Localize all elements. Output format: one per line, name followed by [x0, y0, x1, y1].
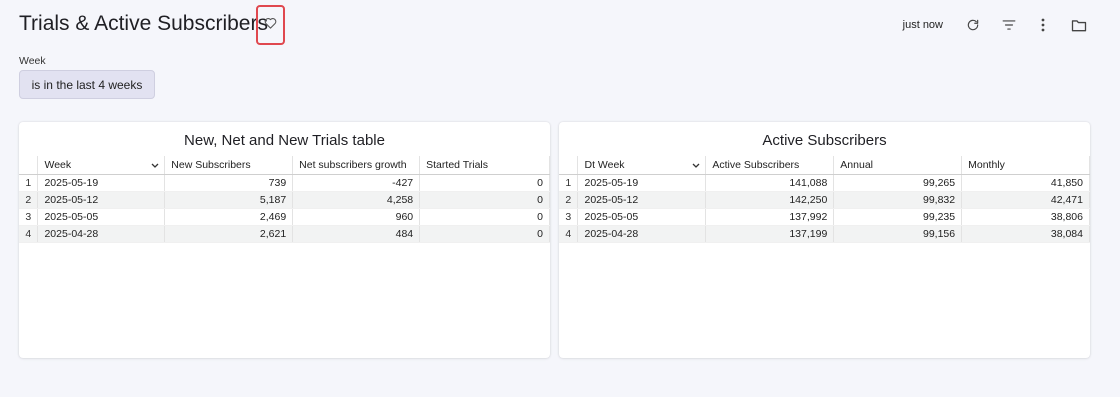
index-header	[19, 156, 39, 175]
cell-new-subscribers: 2,469	[164, 208, 294, 226]
cell-week: 2025-05-12	[37, 191, 166, 209]
row-index: 4	[559, 225, 579, 243]
filter-icon[interactable]	[998, 14, 1020, 36]
column-header-annual[interactable]: Annual	[833, 156, 963, 175]
week-filter-chip[interactable]: is in the last 4 weeks	[19, 70, 155, 99]
cell-week: 2025-04-28	[37, 225, 166, 243]
week-filter-label: Week	[19, 55, 46, 67]
folder-icon[interactable]	[1068, 14, 1090, 36]
cell-net-growth: -427	[292, 174, 421, 192]
cell-started-trials: 0	[419, 174, 550, 192]
page-title: Trials & Active Subscribers	[19, 12, 268, 35]
cell-new-subscribers: 5,187	[164, 191, 294, 209]
cell-week: 2025-05-05	[37, 208, 166, 226]
cell-dt-week: 2025-05-05	[577, 208, 707, 226]
column-header-dt-week[interactable]: Dt Week	[577, 156, 707, 175]
cell-annual: 99,235	[833, 208, 963, 226]
table-row: 1 2025-05-19 141,088 99,265 41,850	[559, 174, 1090, 192]
table-row: 2 2025-05-12 142,250 99,832 42,471	[559, 191, 1090, 209]
table-row: 4 2025-04-28 2,621 484 0	[19, 225, 550, 243]
header-toolbar: just now	[903, 14, 1090, 36]
cell-net-growth: 4,258	[292, 191, 421, 209]
active-subscribers-card: Active Subscribers Dt Week Active Subscr…	[559, 122, 1090, 358]
cell-monthly: 38,084	[961, 225, 1090, 243]
dashboard-header: Trials & Active Subscribers just now	[0, 0, 1120, 50]
table-header-row: Dt Week Active Subscribers Annual Monthl…	[559, 156, 1090, 175]
column-header-started-trials[interactable]: Started Trials	[419, 156, 550, 175]
active-subscribers-table: Dt Week Active Subscribers Annual Monthl…	[559, 156, 1090, 243]
column-header-active-subscribers[interactable]: Active Subscribers	[705, 156, 835, 175]
row-index: 3	[19, 208, 39, 226]
table-row: 4 2025-04-28 137,199 99,156 38,084	[559, 225, 1090, 243]
new-net-trials-table: Week New Subscribers Net subscribers gro…	[19, 156, 550, 243]
favorite-button[interactable]	[256, 5, 285, 45]
chevron-down-icon[interactable]	[692, 160, 700, 172]
cell-started-trials: 0	[419, 225, 550, 243]
table-row: 1 2025-05-19 739 -427 0	[19, 174, 550, 192]
column-header-net-growth[interactable]: Net subscribers growth	[292, 156, 421, 175]
cell-active-subscribers: 141,088	[705, 174, 835, 192]
cell-active-subscribers: 137,199	[705, 225, 835, 243]
table-row: 3 2025-05-05 2,469 960 0	[19, 208, 550, 226]
card-title: Active Subscribers	[762, 132, 887, 149]
card-title: New, Net and New Trials table	[184, 132, 385, 149]
cell-active-subscribers: 142,250	[705, 191, 835, 209]
heart-icon	[264, 16, 277, 34]
cell-monthly: 41,850	[961, 174, 1090, 192]
cell-monthly: 38,806	[961, 208, 1090, 226]
row-index: 1	[559, 174, 579, 192]
cell-new-subscribers: 739	[164, 174, 294, 192]
cell-dt-week: 2025-05-19	[577, 174, 707, 192]
column-header-label: Dt Week	[584, 158, 625, 171]
cell-annual: 99,265	[833, 174, 963, 192]
cell-net-growth: 960	[292, 208, 421, 226]
cell-annual: 99,156	[833, 225, 963, 243]
row-index: 4	[19, 225, 39, 243]
cell-started-trials: 0	[419, 191, 550, 209]
row-index: 3	[559, 208, 579, 226]
row-index: 1	[19, 174, 39, 192]
cell-monthly: 42,471	[961, 191, 1090, 209]
column-header-new-subscribers[interactable]: New Subscribers	[164, 156, 294, 175]
cell-started-trials: 0	[419, 208, 550, 226]
cell-active-subscribers: 137,992	[705, 208, 835, 226]
more-vertical-icon[interactable]	[1032, 14, 1054, 36]
chevron-down-icon[interactable]	[151, 160, 159, 172]
table-row: 2 2025-05-12 5,187 4,258 0	[19, 191, 550, 209]
cell-week: 2025-05-19	[37, 174, 166, 192]
row-index: 2	[19, 191, 39, 209]
cell-dt-week: 2025-05-12	[577, 191, 707, 209]
last-updated-text: just now	[902, 19, 943, 31]
cell-annual: 99,832	[833, 191, 963, 209]
refresh-icon[interactable]	[962, 14, 984, 36]
cell-new-subscribers: 2,621	[164, 225, 294, 243]
cell-dt-week: 2025-04-28	[577, 225, 707, 243]
table-row: 3 2025-05-05 137,992 99,235 38,806	[559, 208, 1090, 226]
cell-net-growth: 484	[292, 225, 421, 243]
column-header-label: Week	[44, 158, 72, 171]
new-net-trials-card: New, Net and New Trials table Week New S…	[19, 122, 550, 358]
table-header-row: Week New Subscribers Net subscribers gro…	[19, 156, 550, 175]
index-header	[559, 156, 579, 175]
column-header-week[interactable]: Week	[37, 156, 166, 175]
row-index: 2	[559, 191, 579, 209]
column-header-monthly[interactable]: Monthly	[961, 156, 1090, 175]
